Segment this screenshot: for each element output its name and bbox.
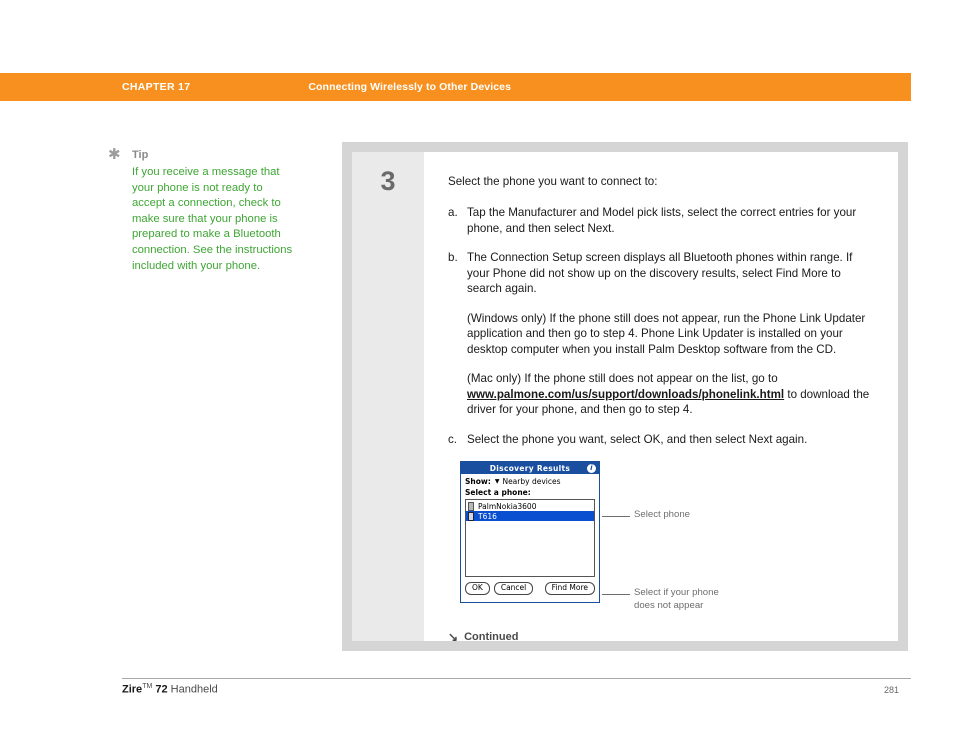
mac-note-text-before: (Mac only) If the phone still does not a…	[467, 372, 778, 385]
callout-find-more: Select if your phone does not appear	[634, 587, 719, 612]
trademark-icon: TM	[142, 683, 153, 690]
asterisk-icon: ✱	[108, 146, 121, 163]
arrow-down-right-icon: ↘	[448, 630, 459, 644]
continued-row: ↘ Continued	[448, 631, 876, 651]
find-more-button[interactable]: Find More	[544, 582, 595, 595]
device-name: PalmNokia3600	[478, 501, 537, 511]
dialog-title-bar: Discovery Results i	[461, 462, 599, 474]
pda-screenshot-figure: Discovery Results i Show: ▼ Nearby devic…	[448, 461, 876, 629]
tip-body-text: If you receive a message that your phone…	[132, 166, 293, 272]
device-list[interactable]: PalmNokia3600 T616	[465, 499, 595, 577]
caret-down-icon[interactable]: ▼	[495, 478, 500, 485]
list-item[interactable]: PalmNokia3600	[466, 501, 594, 511]
callout-text-line2: does not appear	[634, 599, 704, 611]
show-filter-label: Show:	[465, 477, 491, 486]
mac-note-paragraph: (Mac only) If the phone still does not a…	[467, 371, 876, 418]
select-phone-label: Select a phone:	[465, 488, 531, 497]
callout-text: Select phone	[634, 509, 691, 520]
substep-text: The Connection Setup screen displays all…	[467, 251, 853, 295]
tip-heading-label: Tip	[132, 149, 149, 161]
tip-header: ✱ Tip	[108, 146, 308, 163]
step-panel-inner: 3 Select the phone you want to connect t…	[352, 152, 898, 643]
info-icon[interactable]: i	[587, 463, 596, 473]
substep-marker: b.	[448, 251, 458, 264]
discovery-results-dialog: Discovery Results i Show: ▼ Nearby devic…	[460, 461, 600, 603]
step-number-column: 3	[352, 152, 424, 641]
chapter-header-bar: CHAPTER 17 Connecting Wirelessly to Othe…	[0, 73, 911, 101]
step-substep-b: b. The Connection Setup screen displays …	[448, 250, 876, 297]
footer-divider	[122, 678, 911, 679]
substep-text: Tap the Manufacturer and Model pick list…	[467, 206, 857, 235]
show-filter-row[interactable]: Show: ▼ Nearby devices	[461, 474, 599, 487]
callout-leader-line-2	[602, 594, 630, 595]
callout-select-phone: Select phone	[634, 509, 690, 522]
list-item[interactable]: T616	[466, 511, 594, 521]
chapter-title-label: Connecting Wirelessly to Other Devices	[308, 81, 512, 93]
substep-marker: a.	[448, 206, 458, 219]
ok-button[interactable]: OK	[465, 582, 490, 595]
windows-note-paragraph: (Windows only) If the phone still does n…	[467, 311, 866, 356]
step-panel: 3 Select the phone you want to connect t…	[342, 142, 908, 651]
step-content: Select the phone you want to connect to:…	[424, 152, 898, 643]
dialog-title-label: Discovery Results	[489, 463, 571, 473]
page-number: 281	[884, 685, 900, 695]
phonelink-download-link[interactable]: www.palmone.com/us/support/downloads/pho…	[467, 388, 784, 401]
substep-marker: c.	[448, 432, 458, 446]
callout-text-line1: Select if your phone	[634, 587, 719, 598]
device-icon	[468, 511, 474, 521]
substep-text: Select the phone you want, select OK, an…	[467, 432, 808, 446]
footer-product-suffix: Handheld	[167, 683, 218, 696]
callout-leader-line-1	[602, 516, 630, 517]
show-filter-value: Nearby devices	[502, 477, 561, 486]
device-name: T616	[478, 511, 497, 521]
device-icon	[468, 501, 474, 511]
continued-label: Continued	[464, 631, 519, 643]
step-substep-a: a. Tap the Manufacturer and Model pick l…	[448, 205, 876, 236]
tip-sidebar: ✱ Tip If you receive a message that your…	[108, 146, 308, 274]
step-number: 3	[380, 166, 396, 196]
cancel-button[interactable]: Cancel	[493, 582, 534, 595]
dialog-button-row: OK Cancel Find More	[465, 582, 595, 595]
footer-model: 72	[155, 683, 168, 696]
step-substep-c: c. Select the phone you want, select OK,…	[448, 432, 876, 448]
step-lead-text: Select the phone you want to connect to:	[448, 175, 658, 188]
footer-product-label: ZireTM 72 Handheld	[122, 683, 218, 696]
chapter-number-label: CHAPTER 17	[122, 81, 191, 93]
footer-product-name: Zire	[122, 683, 143, 696]
